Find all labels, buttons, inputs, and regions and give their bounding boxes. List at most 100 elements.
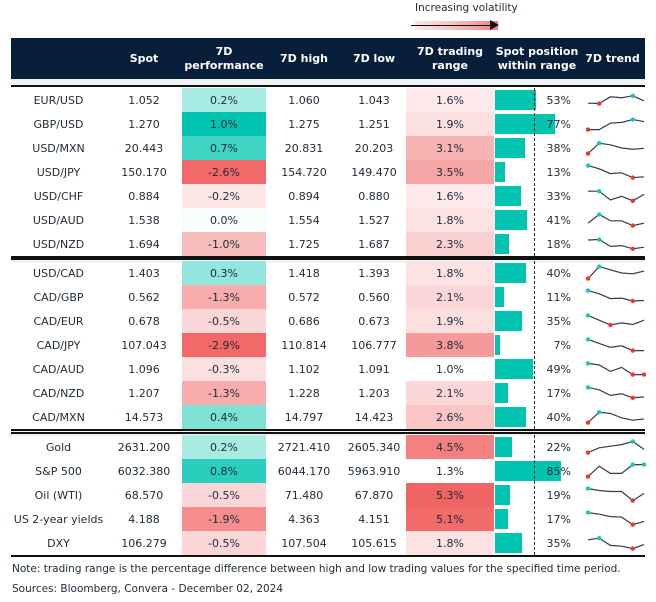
trend-high-marker [597, 264, 602, 269]
high-value: 14.797 [284, 410, 324, 424]
high-value: 0.572 [288, 290, 320, 304]
header-name [11, 38, 106, 79]
performance-value: -0.2% [182, 184, 266, 208]
range-value: 1.3% [406, 459, 494, 483]
trend-sparkline [586, 410, 645, 425]
trend-high-marker [586, 361, 591, 366]
position-percent: 85% [546, 464, 571, 478]
low-value: 0.673 [358, 314, 390, 328]
spot-value: 1.270 [128, 117, 160, 131]
arrow-line [411, 25, 491, 26]
trend-sparkline [587, 536, 645, 551]
performance-value: 0.0% [182, 208, 266, 232]
performance-value: 0.2% [182, 88, 266, 112]
trend-sparkline [586, 439, 645, 455]
low-value: 1.393 [358, 266, 390, 280]
position-bar-cell: 17% [495, 507, 580, 531]
high-value: 4.363 [288, 512, 320, 526]
group-top-border [11, 432, 645, 434]
footer-note: Note: trading range is the percentage di… [12, 563, 621, 575]
high-value: 110.814 [281, 338, 327, 352]
trend-low-marker [586, 420, 591, 425]
range-value: 5.1% [406, 507, 494, 531]
instrument-name: GBP/USD [33, 117, 84, 131]
low-value: 4.151 [358, 512, 390, 526]
position-percent: 11% [546, 290, 571, 304]
position-percent: 49% [546, 362, 571, 376]
table-row: DXY 106.279 -0.5% 107.504 105.615 1.8% 35% [11, 531, 645, 555]
range-value: 1.9% [406, 112, 494, 136]
table-row: S&P 500 6032.380 0.8% 6044.170 5963.910 1.3% 8… [11, 459, 646, 483]
trend-high-marker [586, 337, 591, 342]
position-percent: 77% [546, 117, 571, 131]
position-bar-cell: 17% [495, 381, 580, 405]
trend-high-marker [597, 237, 602, 242]
volatility-legend: Increasing volatility [405, 2, 535, 34]
trend-line [587, 411, 645, 424]
table-row: USD/NZD 1.694 -1.0% 1.725 1.687 2.3% 18% [11, 232, 645, 256]
position-bar-cell: 40% [495, 261, 580, 285]
position-bar-cell: 40% [495, 405, 580, 429]
table-row: EUR/USD 1.052 0.2% 1.060 1.043 1.6% 53% [11, 88, 645, 112]
position-percent: 38% [546, 141, 571, 155]
table-row: USD/JPY 150.170 -2.6% 154.720 149.470 3.5% 13% [11, 160, 645, 184]
instrument-name: CAD/MXN [32, 410, 85, 424]
spot-value: 14.573 [124, 410, 164, 424]
volatility-legend-label: Increasing volatility [415, 2, 518, 14]
spot-value: 68.570 [124, 488, 164, 502]
position-bar [495, 138, 525, 158]
low-value: 14.423 [354, 410, 394, 424]
spot-value: 1.207 [128, 386, 160, 400]
low-value: 5963.910 [347, 464, 401, 478]
table-row: US 2-year yields 4.188 -1.9% 4.363 4.151 5.1%… [11, 507, 645, 531]
trend-low-marker [630, 198, 635, 203]
performance-value: -0.5% [182, 309, 266, 333]
high-value: 1.060 [288, 93, 320, 107]
low-value: 1.043 [358, 93, 390, 107]
trend-line [587, 314, 645, 326]
high-value: 107.504 [281, 536, 327, 550]
trend-sparkline [586, 510, 645, 527]
performance-value: -1.3% [182, 381, 266, 405]
spot-value: 106.279 [121, 536, 167, 550]
instrument-name: US 2-year yields [13, 512, 104, 526]
trend-low-marker [630, 522, 635, 527]
table-row: USD/MXN 20.443 0.7% 20.831 20.203 3.1% 38% [11, 136, 645, 160]
high-value: 1.102 [288, 362, 320, 376]
trend-line [587, 213, 645, 227]
low-value: 67.870 [354, 488, 394, 502]
trend-sparkline [587, 212, 645, 228]
high-value: 1.228 [288, 386, 320, 400]
range-value: 1.8% [406, 208, 494, 232]
range-value: 2.1% [406, 381, 494, 405]
range-value: 5.3% [406, 483, 494, 507]
trend-sparkline [587, 237, 645, 251]
position-bar [495, 234, 510, 254]
performance-value: -0.3% [182, 357, 266, 381]
performance-value: -0.5% [182, 483, 266, 507]
trend-high-marker [586, 288, 591, 293]
spot-value: 20.443 [124, 141, 164, 155]
instrument-name: CAD/NZD [32, 386, 85, 400]
trend-high-marker [641, 462, 646, 467]
trend-low-marker [630, 348, 635, 353]
position-bar [495, 263, 527, 283]
position-bar-cell: 19% [495, 483, 580, 507]
trend-high-marker [586, 510, 591, 515]
instrument-name: DXY [47, 536, 70, 550]
trend-line [587, 362, 644, 376]
high-value: 20.831 [284, 141, 324, 155]
trend-high-marker [586, 163, 591, 168]
spot-value: 0.562 [128, 290, 160, 304]
range-value: 3.1% [406, 136, 494, 160]
high-value: 154.720 [281, 165, 327, 179]
group-bottom-border [11, 555, 645, 557]
trend-high-marker [597, 212, 602, 217]
instrument-name: USD/JPY [36, 165, 81, 179]
trend-line [588, 118, 645, 131]
trend-high-marker [586, 486, 591, 491]
position-bar-cell: 38% [495, 136, 580, 160]
position-midline [534, 435, 535, 555]
performance-value: -1.0% [182, 232, 266, 256]
range-value: 1.8% [406, 531, 494, 555]
